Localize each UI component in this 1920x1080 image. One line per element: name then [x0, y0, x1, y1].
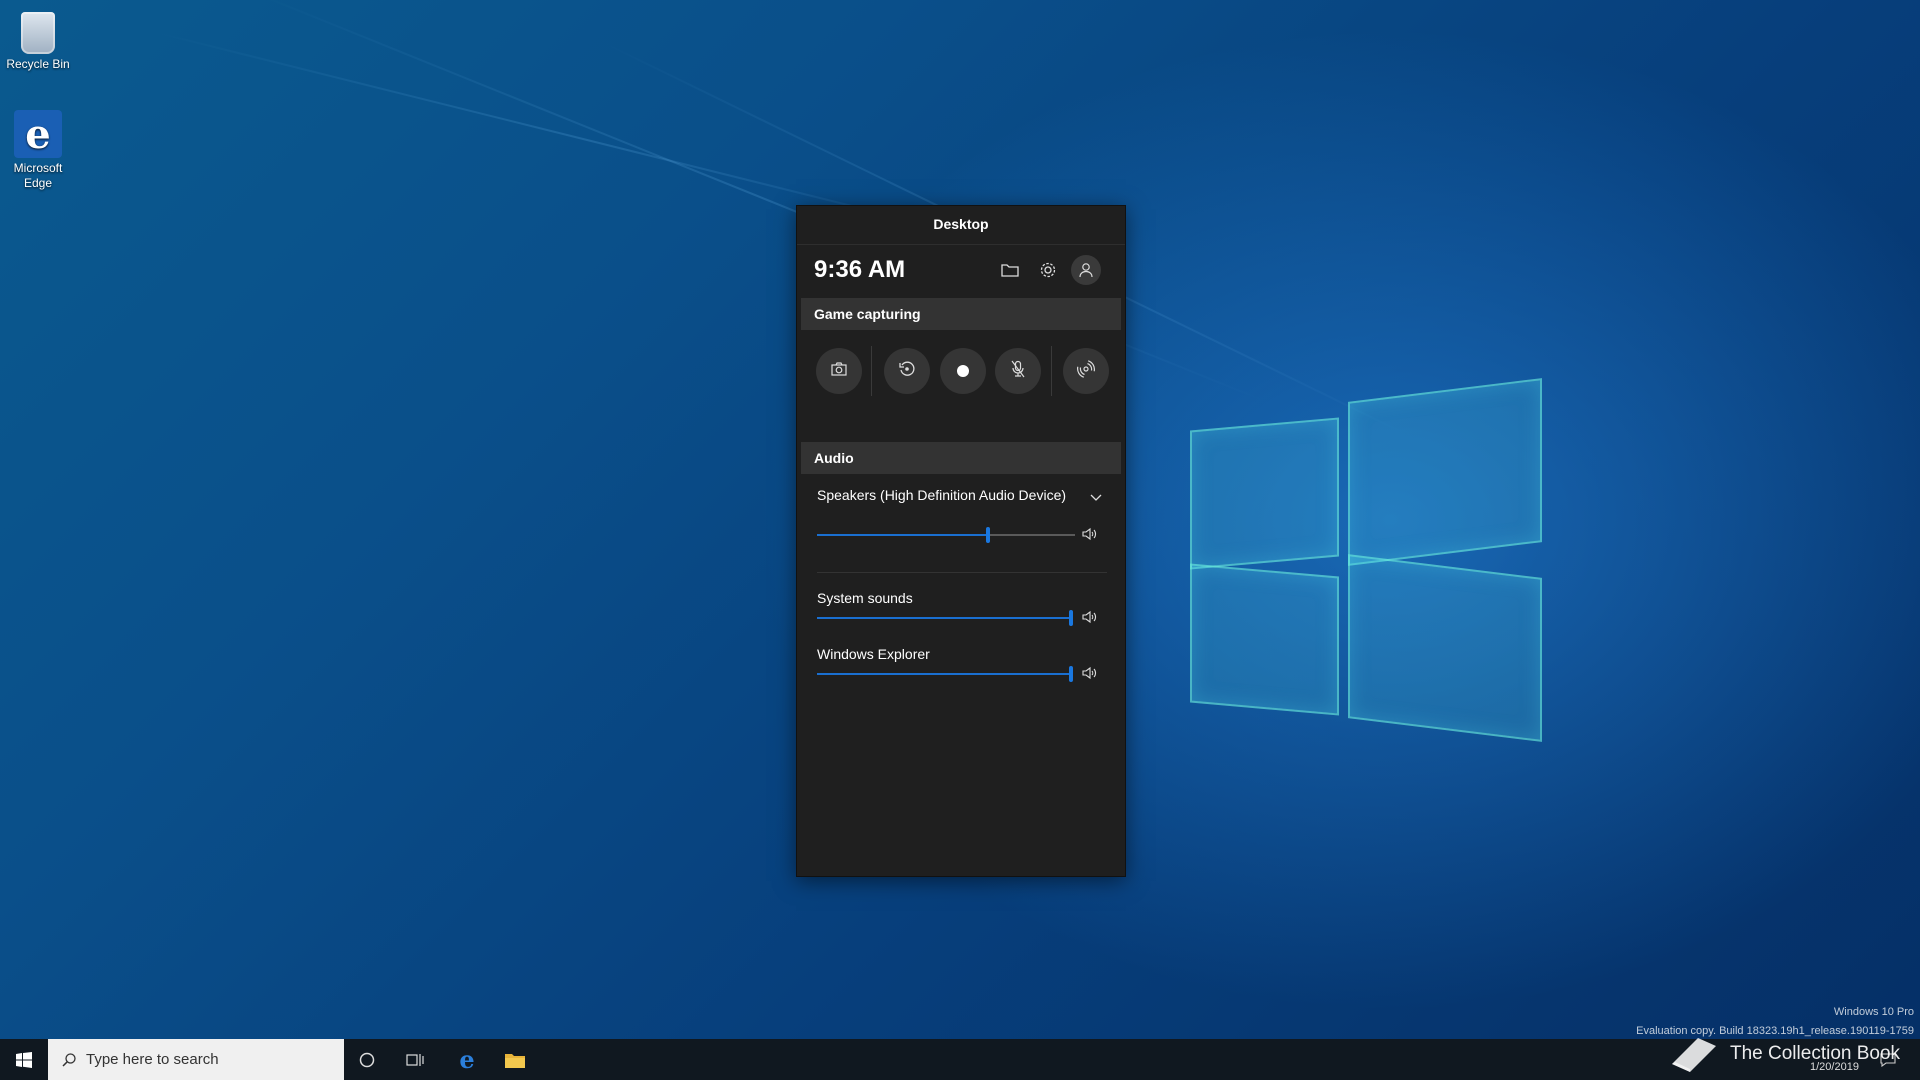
camera-icon	[831, 361, 847, 381]
game-bar-panel: Desktop 9:36 AM Game capturing Audio Spe…	[796, 205, 1126, 877]
desktop-icon-edge[interactable]: e Microsoft Edge	[0, 110, 78, 191]
search-placeholder: Type here to search	[86, 1051, 219, 1068]
panel-header: 9:36 AM	[797, 244, 1125, 293]
app-label-system-sounds: System sounds	[817, 590, 913, 606]
slider-thumb[interactable]	[1069, 666, 1073, 682]
start-recording-button[interactable]	[940, 348, 986, 394]
slider-fill	[817, 673, 1073, 675]
task-view-button[interactable]	[395, 1039, 435, 1080]
replay-icon	[898, 360, 916, 383]
cortana-icon	[359, 1052, 375, 1067]
start-button[interactable]	[0, 1039, 48, 1080]
mic-off-icon	[1010, 360, 1026, 383]
app-label-windows-explorer: Windows Explorer	[817, 646, 930, 662]
gear-icon[interactable]	[1036, 258, 1060, 282]
slider-thumb[interactable]	[1069, 610, 1073, 626]
master-volume-slider[interactable]	[817, 527, 1075, 543]
audio-device-select[interactable]: Speakers (High Definition Audio Device)	[817, 487, 1067, 503]
windows-explorer-volume-slider[interactable]	[817, 666, 1073, 682]
edge-taskbar-button[interactable]: e	[447, 1039, 487, 1080]
section-game-capturing: Game capturing	[801, 298, 1121, 330]
task-view-icon	[406, 1053, 424, 1066]
broadcast-button[interactable]	[1063, 348, 1109, 394]
mic-toggle-button[interactable]	[995, 348, 1041, 394]
recycle-bin-icon	[21, 12, 55, 54]
folder-icon[interactable]	[998, 258, 1022, 282]
edition-watermark: Windows 10 Pro	[1833, 1006, 1914, 1018]
speaker-icon[interactable]	[1082, 610, 1100, 626]
desktop-icon-label: Recycle Bin	[6, 57, 70, 71]
edge-icon: e	[459, 1045, 475, 1074]
slider-fill	[817, 534, 988, 536]
screenshot-button[interactable]	[816, 348, 862, 394]
clock-time: 9:36 AM	[814, 256, 906, 283]
brand-label: The Collection Book	[1730, 1043, 1901, 1064]
record-icon	[957, 365, 969, 377]
windows-logo-wallpaper	[1190, 378, 1550, 742]
system-sounds-volume-slider[interactable]	[817, 610, 1073, 626]
speaker-icon[interactable]	[1082, 666, 1100, 682]
file-explorer-button[interactable]	[495, 1039, 535, 1080]
edge-icon: e	[14, 110, 62, 158]
search-icon	[62, 1052, 76, 1067]
book-icon	[1672, 1038, 1716, 1072]
chevron-down-icon[interactable]	[1090, 489, 1102, 507]
slider-fill	[817, 617, 1073, 619]
panel-title: Desktop	[933, 216, 989, 232]
divider	[817, 572, 1107, 573]
folder-icon	[505, 1053, 525, 1068]
user-icon[interactable]	[1071, 255, 1101, 285]
record-last-button[interactable]	[884, 348, 930, 394]
section-audio: Audio	[801, 442, 1121, 474]
speaker-icon[interactable]	[1082, 527, 1100, 543]
divider	[871, 346, 872, 396]
search-input[interactable]: Type here to search	[48, 1039, 344, 1080]
desktop-icon-label: Microsoft Edge	[13, 161, 63, 190]
slider-thumb[interactable]	[986, 527, 990, 543]
windows-start-icon	[16, 1051, 32, 1068]
desktop-icon-recycle-bin[interactable]: Recycle Bin	[0, 8, 78, 72]
broadcast-icon	[1077, 359, 1095, 383]
divider	[1051, 346, 1052, 396]
cortana-button[interactable]	[347, 1039, 387, 1080]
brand-watermark: The Collection Book	[1668, 1034, 1900, 1074]
